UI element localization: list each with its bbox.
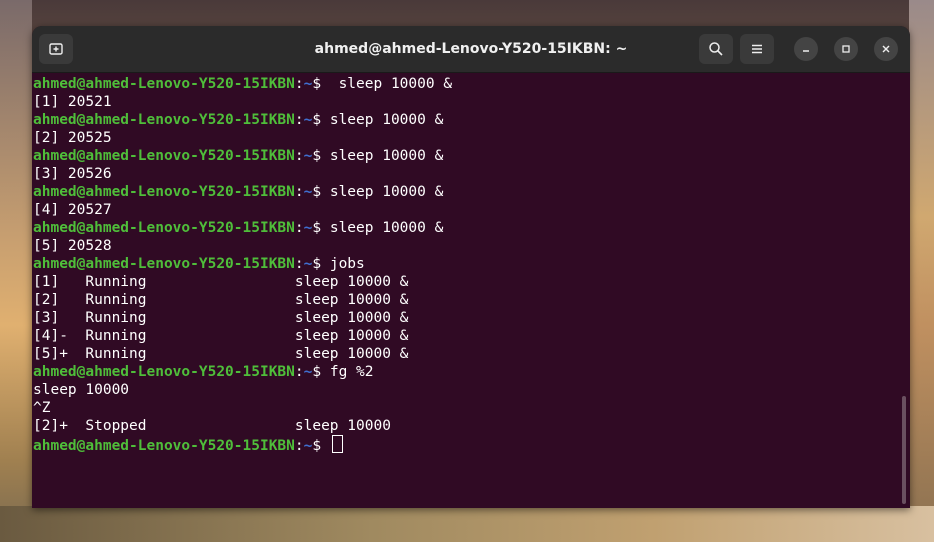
prompt-symbol: $ [312, 256, 322, 272]
maximize-button[interactable] [834, 37, 858, 61]
output-line: [3] 20526 [33, 165, 893, 183]
prompt-colon: : [294, 76, 304, 92]
command-text: fg %2 [321, 364, 374, 380]
prompt-line: ahmed@ahmed-Lenovo-Y520-15IKBN:~$ sleep … [33, 147, 893, 165]
prompt-symbol: $ [312, 220, 322, 236]
terminal-output[interactable]: ahmed@ahmed-Lenovo-Y520-15IKBN:~$ sleep … [33, 75, 893, 505]
prompt-line: ahmed@ahmed-Lenovo-Y520-15IKBN:~$ sleep … [33, 183, 893, 201]
prompt-line: ahmed@ahmed-Lenovo-Y520-15IKBN:~$ jobs [33, 255, 893, 273]
desktop-wallpaper-bottom [0, 506, 934, 542]
output-line: [1] 20521 [33, 93, 893, 111]
prompt-symbol: $ [312, 364, 322, 380]
prompt-user-host: ahmed@ahmed-Lenovo-Y520-15IKBN [33, 438, 295, 454]
output-line: [2] Running sleep 10000 & [33, 291, 893, 309]
menu-button[interactable] [740, 34, 774, 64]
minimize-button[interactable] [794, 37, 818, 61]
output-line: [2] 20525 [33, 129, 893, 147]
prompt-symbol: $ [312, 438, 322, 454]
output-text: [1] 20521 [33, 94, 112, 110]
search-button[interactable] [699, 34, 733, 64]
prompt-user-host: ahmed@ahmed-Lenovo-Y520-15IKBN [33, 184, 295, 200]
prompt-colon: : [294, 220, 304, 236]
output-line: sleep 10000 [33, 381, 893, 399]
command-text: sleep 10000 & [321, 76, 453, 92]
prompt-line: ahmed@ahmed-Lenovo-Y520-15IKBN:~$ sleep … [33, 75, 893, 93]
command-text: sleep 10000 & [321, 112, 444, 128]
output-text: [4] 20527 [33, 202, 112, 218]
output-line: [4]- Running sleep 10000 & [33, 327, 893, 345]
new-tab-button[interactable] [39, 34, 73, 64]
command-text: jobs [321, 256, 365, 272]
output-line: [4] 20527 [33, 201, 893, 219]
text-cursor [331, 435, 343, 453]
prompt-symbol: $ [312, 76, 322, 92]
command-text [321, 438, 330, 454]
command-text: sleep 10000 & [321, 148, 444, 164]
prompt-user-host: ahmed@ahmed-Lenovo-Y520-15IKBN [33, 112, 295, 128]
prompt-user-host: ahmed@ahmed-Lenovo-Y520-15IKBN [33, 256, 295, 272]
prompt-colon: : [294, 438, 304, 454]
command-text: sleep 10000 & [321, 184, 444, 200]
prompt-line: ahmed@ahmed-Lenovo-Y520-15IKBN:~$ sleep … [33, 219, 893, 237]
maximize-icon [842, 45, 850, 53]
prompt-symbol: $ [312, 112, 322, 128]
output-text: [3] 20526 [33, 166, 112, 182]
prompt-symbol: $ [312, 148, 322, 164]
output-text: [5] 20528 [33, 238, 112, 254]
output-line: [5]+ Running sleep 10000 & [33, 345, 893, 363]
prompt-user-host: ahmed@ahmed-Lenovo-Y520-15IKBN [33, 364, 295, 380]
hamburger-menu-icon [752, 44, 762, 54]
close-button[interactable] [874, 37, 898, 61]
output-text: [5]+ Running sleep 10000 & [33, 346, 409, 362]
prompt-colon: : [294, 364, 304, 380]
prompt-colon: : [294, 148, 304, 164]
prompt-user-host: ahmed@ahmed-Lenovo-Y520-15IKBN [33, 148, 295, 164]
output-text: [2] 20525 [33, 130, 112, 146]
prompt-user-host: ahmed@ahmed-Lenovo-Y520-15IKBN [33, 76, 295, 92]
output-line: [5] 20528 [33, 237, 893, 255]
output-text: [1] Running sleep 10000 & [33, 274, 409, 290]
prompt-colon: : [294, 184, 304, 200]
search-icon [709, 42, 723, 56]
new-tab-icon [49, 43, 63, 55]
prompt-line: ahmed@ahmed-Lenovo-Y520-15IKBN:~$ [33, 435, 893, 454]
output-line: [1] Running sleep 10000 & [33, 273, 893, 291]
desktop-wallpaper-left [0, 0, 32, 542]
minimize-icon [803, 50, 809, 52]
prompt-line: ahmed@ahmed-Lenovo-Y520-15IKBN:~$ fg %2 [33, 363, 893, 381]
desktop-wallpaper-right [909, 0, 934, 542]
close-icon [882, 45, 890, 53]
terminal-window: ahmed@ahmed-Lenovo-Y520-15IKBN: ~ ahmed@… [32, 26, 910, 508]
output-line: [2]+ Stopped sleep 10000 [33, 417, 893, 435]
window-title: ahmed@ahmed-Lenovo-Y520-15IKBN: ~ [314, 41, 628, 57]
output-text: [2] Running sleep 10000 & [33, 292, 409, 308]
output-text: [3] Running sleep 10000 & [33, 310, 409, 326]
scrollbar[interactable] [902, 396, 906, 504]
output-text: [2]+ Stopped sleep 10000 [33, 418, 391, 434]
prompt-user-host: ahmed@ahmed-Lenovo-Y520-15IKBN [33, 220, 295, 236]
output-line: [3] Running sleep 10000 & [33, 309, 893, 327]
output-text: ^Z [33, 400, 51, 416]
output-text: [4]- Running sleep 10000 & [33, 328, 409, 344]
command-text: sleep 10000 & [321, 220, 444, 236]
output-text: sleep 10000 [33, 382, 130, 398]
title-bar: ahmed@ahmed-Lenovo-Y520-15IKBN: ~ [32, 26, 910, 73]
prompt-colon: : [294, 112, 304, 128]
prompt-symbol: $ [312, 184, 322, 200]
output-line: ^Z [33, 399, 893, 417]
prompt-line: ahmed@ahmed-Lenovo-Y520-15IKBN:~$ sleep … [33, 111, 893, 129]
prompt-colon: : [294, 256, 304, 272]
